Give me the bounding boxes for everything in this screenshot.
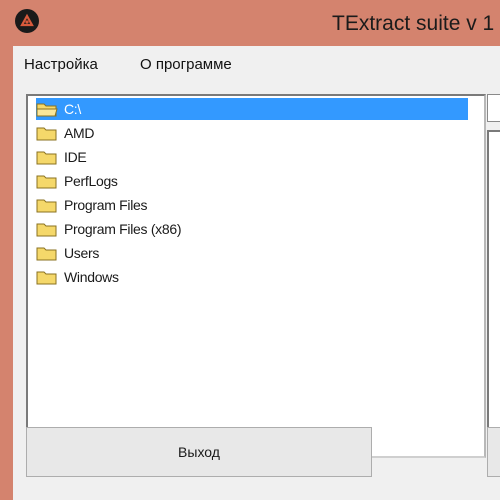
tree-item-amd[interactable]: AMD	[36, 122, 96, 144]
folder-icon	[36, 271, 57, 285]
tree-item-label: Program Files (x86)	[64, 221, 182, 237]
folder-icon	[36, 151, 57, 165]
file-list[interactable]	[487, 130, 500, 458]
folder-icon	[36, 175, 57, 189]
tree-item-label: C:\	[62, 101, 83, 117]
menu-bar: Настройка О программе	[13, 52, 500, 78]
tree-item-label: Program Files	[64, 197, 148, 213]
drive-select[interactable]	[487, 94, 500, 122]
tree-item-ide[interactable]: IDE	[36, 146, 88, 168]
folder-tree[interactable]: C:\ AMD IDE PerfLogs Program Files Progr…	[26, 94, 486, 458]
tree-item-label: Users	[64, 245, 100, 261]
title-bar[interactable]: TExtract suite v 1	[0, 0, 500, 46]
secondary-button[interactable]	[487, 427, 500, 477]
folder-icon	[36, 223, 57, 237]
tree-item-c-drive[interactable]: C:\	[36, 98, 468, 120]
bug-icon[interactable]	[15, 9, 39, 33]
folder-icon	[36, 127, 57, 141]
exit-button[interactable]: Выход	[26, 427, 372, 477]
folder-icon	[36, 199, 57, 213]
menu-settings[interactable]: Настройка	[24, 56, 98, 73]
tree-item-label: Windows	[64, 269, 119, 285]
tree-item-program-files[interactable]: Program Files	[36, 194, 149, 216]
tree-item-label: PerfLogs	[64, 173, 118, 189]
tree-item-windows[interactable]: Windows	[36, 266, 121, 288]
folder-icon	[36, 247, 57, 261]
menu-about[interactable]: О программе	[140, 56, 232, 73]
window-title: TExtract suite v 1	[332, 12, 495, 35]
tree-item-program-files-x86[interactable]: Program Files (x86)	[36, 218, 183, 240]
window-client: Настройка О программе C:\ AMD IDE PerfLo…	[13, 46, 500, 500]
tree-item-users[interactable]: Users	[36, 242, 101, 264]
tree-item-perflogs[interactable]: PerfLogs	[36, 170, 120, 192]
tree-item-label: AMD	[64, 125, 95, 141]
tree-item-label: IDE	[64, 149, 87, 165]
open-folder-icon	[36, 103, 58, 117]
